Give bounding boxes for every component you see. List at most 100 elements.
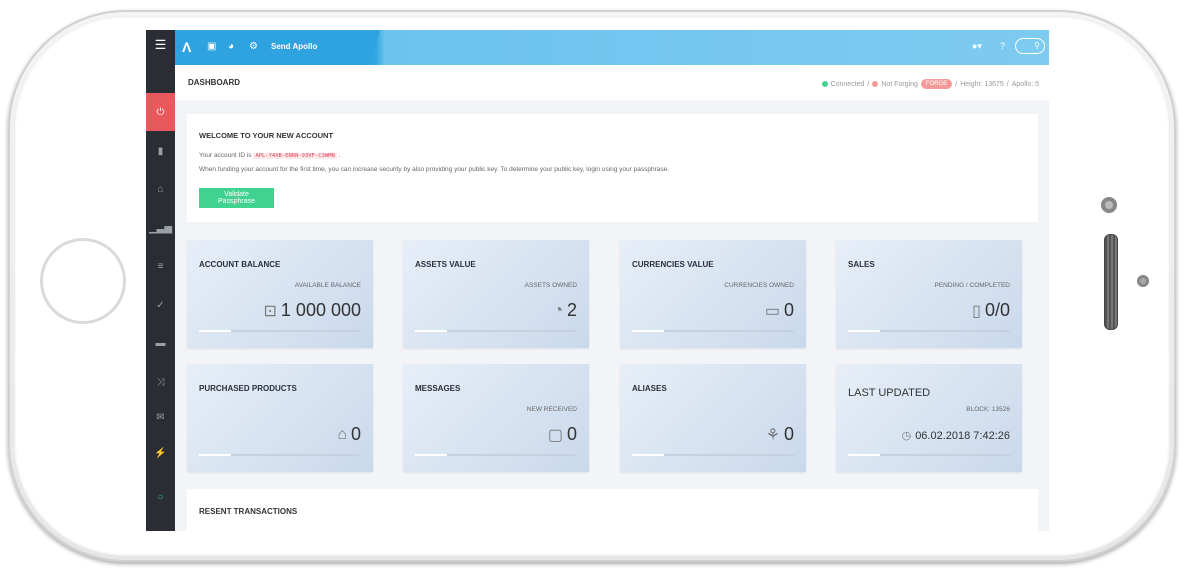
stat-card[interactable]: CURRENCIES VALUE CURRENCIES OWNED ▭ 0 [620, 240, 806, 348]
account-id[interactable]: APL-Y4XB-ENRN-93VF-C3WMN [253, 153, 337, 159]
send-apollo-button[interactable]: Send Apollo [271, 42, 317, 51]
card-value-row: ▭ 0 [765, 300, 794, 321]
stat-card[interactable]: SALES PENDING / COMPLETED ▯ 0/0 [836, 240, 1022, 348]
pie-chart-icon: ◔ [553, 301, 563, 319]
dashboard-icon[interactable]: ⏻ [146, 93, 175, 131]
sidebar: ☰ ⏻ ▮ ⌂ ▁▃▅ ≡ ✓ ▬ ⤨ ✉ ⚡ ○ [146, 30, 175, 531]
funding-text: When funding your account for the first … [199, 166, 670, 173]
recent-transactions-title: RESENT TRANSACTIONS [199, 507, 298, 516]
apollo-logo[interactable]: Λ [182, 39, 191, 55]
stat-card[interactable]: ALIASES ⚘ 0 [620, 364, 806, 472]
stat-card[interactable]: LAST UPDATED BLOCK: 13526 ◷ 06.02.2018 7:42… [836, 364, 1022, 472]
card-progress-track [199, 330, 361, 332]
card-subtitle: AVAILABLE BALANCE [294, 282, 361, 289]
check-icon[interactable]: ✓ [146, 291, 175, 319]
mail-icon[interactable]: ✉ [146, 403, 175, 431]
home-button[interactable] [40, 238, 126, 324]
card-progress-track [632, 454, 794, 456]
card-title: ALIASES [632, 384, 667, 393]
card-title: PURCHASED PRODUCTS [199, 384, 297, 393]
connected-dot [821, 81, 828, 87]
stat-card[interactable]: ACCOUNT BALANCE AVAILABLE BALANCE ⊡ 1 000 0… [187, 240, 373, 348]
pie-icon[interactable]: ◕ [228, 41, 234, 52]
card-progress-track [848, 330, 1010, 332]
card-subtitle: ASSETS OWNED [524, 282, 577, 289]
card-title: ASSETS VALUE [415, 260, 476, 269]
app-screen: ☰ ⏻ ▮ ⌂ ▁▃▅ ≡ ✓ ▬ ⤨ ✉ ⚡ ○ Λ ▣ ◕ ⚙ Send A… [146, 30, 1049, 531]
gear-icon[interactable]: ⚙ [249, 41, 258, 52]
card-value: 06.02.2018 7:42:26 [915, 429, 1010, 442]
card-subtitle: PENDING / COMPLETED [934, 282, 1010, 289]
card-progress-track [632, 330, 794, 332]
card-value-row: ▢ 0 [548, 424, 577, 445]
database-icon[interactable]: ≡ [146, 252, 175, 280]
card-value: 0 [566, 424, 577, 444]
card-value-row: ⚘ 0 [766, 424, 794, 445]
card-progress-fill [848, 330, 881, 332]
menu-icon[interactable]: ☰ [146, 31, 175, 59]
currency-wallet-icon: ▭ [764, 302, 780, 320]
welcome-title: WELCOME TO YOUR NEW ACCOUNT [199, 131, 334, 140]
card-value: 2 [566, 300, 577, 320]
card-progress-fill [415, 454, 448, 456]
bag-icon: ⌂ [337, 425, 347, 443]
shopping-bag-icon: ▯ [972, 302, 981, 320]
front-camera [1101, 197, 1117, 213]
card-value-row: ⌂ 0 [337, 424, 361, 445]
top-bar: Λ ▣ ◕ ⚙ Send Apollo ●▾ ? ⚲ [175, 30, 1049, 65]
forging-dot [872, 81, 879, 87]
forging-label: Not Forging [881, 80, 918, 88]
welcome-panel: WELCOME TO YOUR NEW ACCOUNT Your account… [187, 114, 1038, 222]
card-value-row: ▯ 0/0 [972, 300, 1010, 321]
forge-button[interactable]: FORGE [920, 79, 953, 89]
stat-card[interactable]: MESSAGES NEW RECEIVED ▢ 0 [403, 364, 589, 472]
card-progress-track [415, 330, 577, 332]
validate-passphrase-button[interactable]: Validate Passphrase [199, 188, 274, 208]
connected-label: Connected [830, 80, 865, 88]
wallet-icon[interactable]: ▣ [207, 41, 216, 52]
card-title: MESSAGES [415, 384, 461, 393]
cart-icon[interactable]: ▬ [146, 329, 175, 357]
card-title: CURRENCIES VALUE [632, 260, 714, 269]
account-id-line: Your account ID is APL-Y4XB-ENRN-93VF-C3… [199, 152, 340, 159]
card-progress-track [415, 454, 577, 456]
search-input[interactable]: ⚲ [1015, 38, 1045, 54]
help-icon[interactable]: ? [1000, 41, 1005, 51]
user-icon[interactable]: ●▾ [972, 41, 982, 52]
chart-icon[interactable]: ▁▃▅ [146, 214, 175, 242]
card-progress-fill [632, 454, 665, 456]
card-value: 0/0 [984, 300, 1010, 320]
bookmark-icon[interactable]: ▮ [146, 137, 175, 165]
card-value-row: ⊡ 1 000 000 [264, 300, 361, 321]
clock-icon: ◷ [901, 430, 912, 442]
sensor [1137, 275, 1149, 287]
card-progress-track [199, 454, 361, 456]
account-id-suffix: . [338, 152, 341, 159]
card-progress-fill [199, 454, 232, 456]
card-progress-fill [848, 454, 881, 456]
card-progress-fill [632, 330, 665, 332]
stat-card[interactable]: PURCHASED PRODUCTS ⌂ 0 [187, 364, 373, 472]
card-title: SALES [848, 260, 875, 269]
bank-icon[interactable]: ⌂ [146, 175, 175, 203]
card-subtitle: BLOCK: 13526 [966, 406, 1010, 413]
separator: / [1006, 80, 1009, 88]
card-value: 0 [783, 424, 794, 444]
height-label: Height: 13675 [960, 80, 1004, 88]
separator: / [955, 80, 958, 88]
card-title: ACCOUNT BALANCE [199, 260, 281, 269]
card-value-row: ◷ 06.02.2018 7:42:26 [901, 429, 1010, 443]
award-icon: ⚘ [765, 426, 780, 444]
status-icon: ○ [157, 491, 164, 503]
card-subtitle: NEW RECEIVED [526, 406, 577, 413]
card-value-row: ◔ 2 [553, 300, 577, 321]
account-id-prefix: Your account ID is [199, 152, 252, 159]
plug-icon[interactable]: ⚡ [146, 439, 175, 467]
card-value: 1 000 000 [280, 300, 361, 320]
wallet-icon: ⊡ [263, 302, 277, 320]
card-progress-fill [415, 330, 448, 332]
shuffle-icon[interactable]: ⤨ [146, 368, 175, 396]
message-icon: ▢ [547, 426, 563, 444]
stat-card[interactable]: ASSETS VALUE ASSETS OWNED ◔ 2 [403, 240, 589, 348]
card-value: 0 [350, 424, 361, 444]
